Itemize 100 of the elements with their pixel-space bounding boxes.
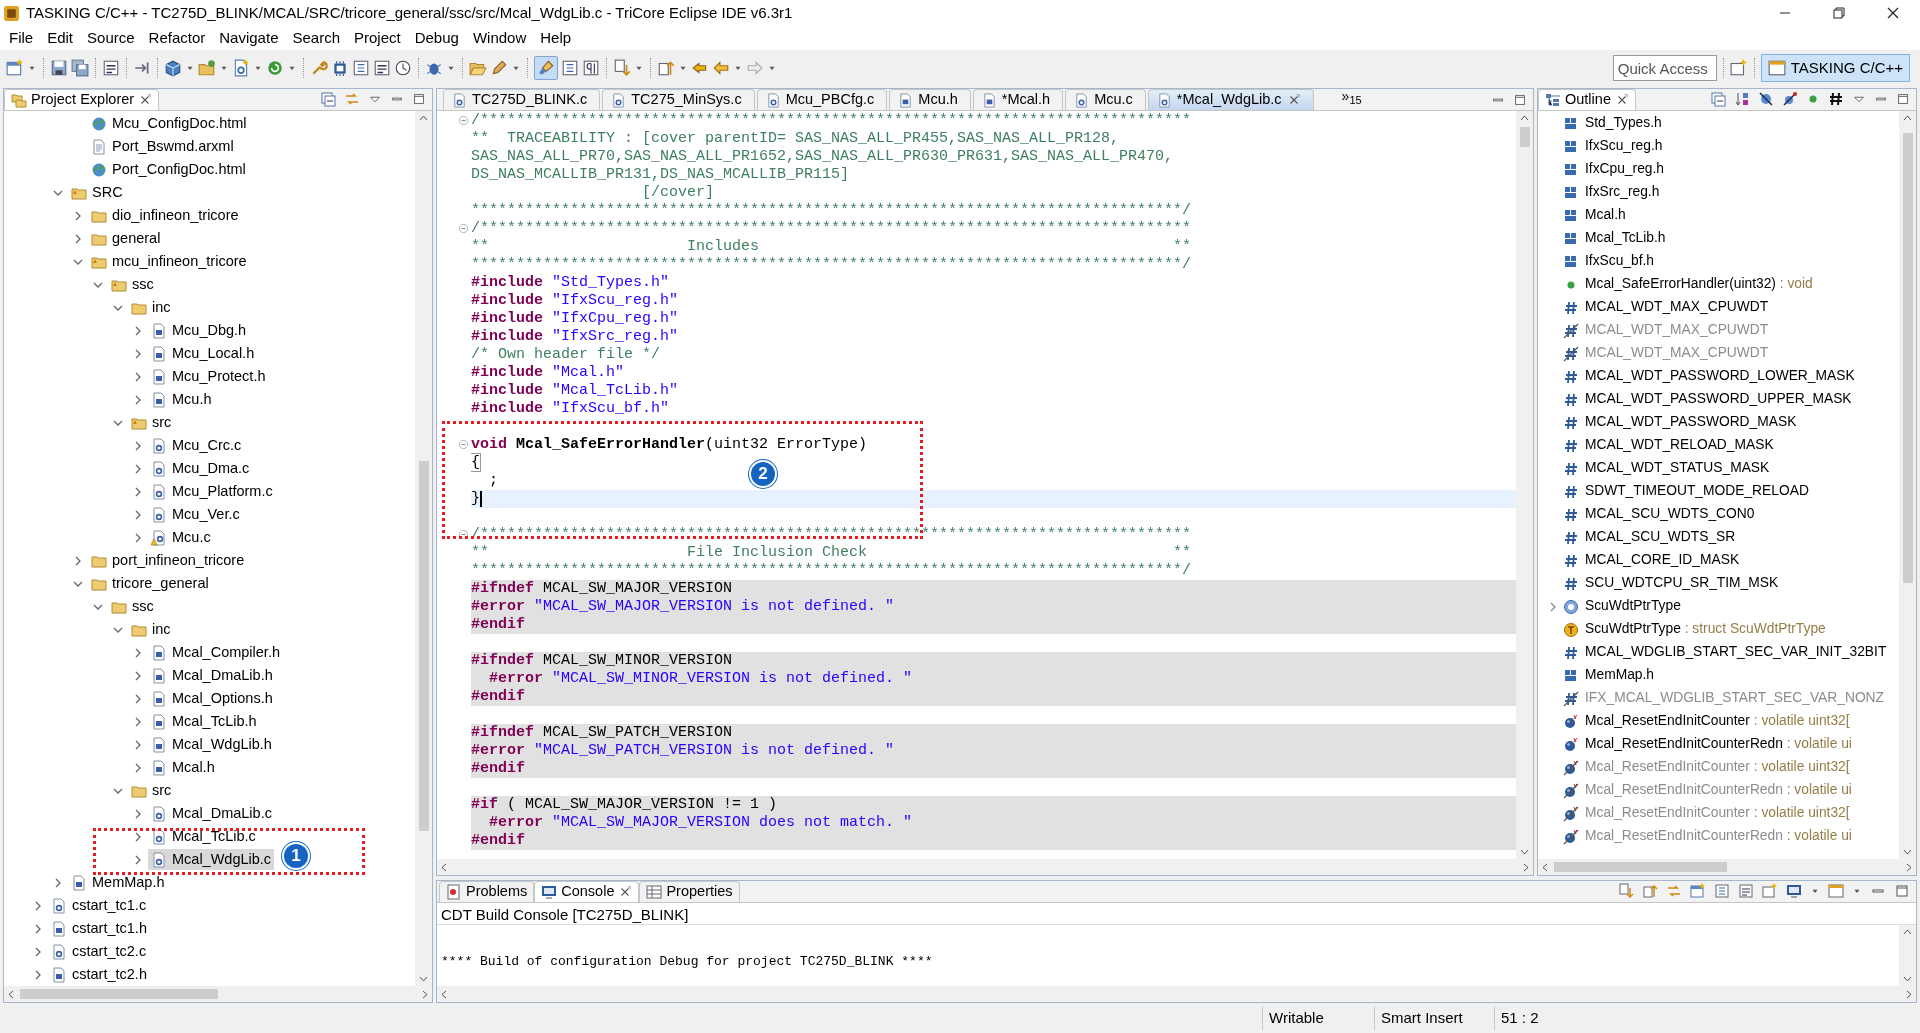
arrow-bar-icon[interactable]	[133, 59, 151, 77]
scroll-right-icon[interactable]	[1906, 862, 1913, 872]
tree-item[interactable]: Mcal_DmaLib.h	[148, 665, 276, 686]
maximize-icon[interactable]	[1896, 92, 1910, 106]
outline-item[interactable]: MCAL_WDT_PASSWORD_UPPER_MASK	[1563, 389, 1852, 410]
folder-icon[interactable]	[198, 59, 216, 77]
restore-icon[interactable]	[1831, 5, 1847, 21]
scroll-right-icon[interactable]	[1906, 989, 1913, 999]
menu-item[interactable]: File	[2, 26, 41, 50]
scroll-up-icon[interactable]	[1903, 928, 1912, 935]
tree-item[interactable]: Mcu_Dbg.h	[148, 320, 250, 341]
outline-item[interactable]: Mcal_SafeErrorHandler(uint32) : void	[1563, 274, 1813, 295]
tree-item[interactable]: Mcu_Crc.c	[148, 435, 245, 456]
tree-item[interactable]: tricore_general	[88, 573, 212, 594]
editor-tab[interactable]: TC275D_BLINK.c	[443, 89, 601, 110]
maximize-icon[interactable]	[1894, 883, 1910, 899]
outline-item[interactable]: ScuWdtPtrType	[1563, 596, 1681, 617]
menu-item[interactable]: Window	[465, 26, 534, 50]
collapse-all-icon[interactable]	[320, 91, 336, 107]
scroll-up-icon[interactable]	[1520, 114, 1529, 121]
outline-item[interactable]: IfxScu_reg.h	[1563, 136, 1663, 157]
tree-item[interactable]: Mcal_WdgLib.h	[148, 734, 275, 755]
list-icon[interactable]	[561, 59, 579, 77]
tree-item[interactable]: mcu_infineon_tricore	[88, 251, 250, 272]
window-icon[interactable]	[1729, 59, 1748, 77]
scroll-up-icon[interactable]	[419, 114, 428, 121]
tree-item[interactable]: port_infineon_tricore	[88, 550, 248, 571]
tree-item[interactable]: Port_Bswmd.arxml	[88, 136, 237, 157]
quick-access-field[interactable]: Quick Access	[1612, 55, 1717, 81]
outline-item[interactable]: IfxCpu_reg.h	[1563, 159, 1664, 180]
scroll-thumb[interactable]	[1902, 133, 1913, 583]
hash-icon[interactable]	[1828, 91, 1844, 107]
save-all-icon[interactable]	[71, 59, 89, 77]
outline-item[interactable]: Mcal_ResetEndInitCounter : volatile uint32[	[1563, 711, 1850, 732]
scroll-right-icon[interactable]	[1523, 862, 1530, 872]
menu-item[interactable]: Navigate	[212, 26, 286, 50]
maximize-icon[interactable]	[412, 92, 426, 106]
tree-item[interactable]: cstart_tc2.c	[48, 941, 150, 962]
menu-item[interactable]: Source	[80, 26, 142, 50]
scroll-left-icon[interactable]	[1541, 862, 1548, 872]
scroll-thumb[interactable]	[1519, 127, 1530, 147]
menu-item[interactable]: Debug	[407, 26, 466, 50]
scroll-down-icon[interactable]	[1903, 976, 1912, 983]
editor-tab[interactable]: Mcu.h	[889, 89, 971, 110]
outline-item[interactable]: MCAL_WDGLIB_START_SEC_VAR_INIT_32BIT	[1563, 642, 1887, 663]
tree-item[interactable]: cstart_tc2.h	[48, 964, 150, 985]
scrollbar[interactable]	[415, 111, 432, 986]
tree-item[interactable]: general	[88, 228, 164, 249]
tree-item[interactable]: cstart_tc1.c	[48, 895, 150, 916]
cube-icon[interactable]	[164, 59, 182, 77]
tree-item[interactable]: dio_infineon_tricore	[88, 205, 242, 226]
scroll-left-icon[interactable]	[440, 989, 447, 999]
upload-icon[interactable]	[657, 59, 675, 77]
tree-item[interactable]: Mcal_Compiler.h	[148, 642, 283, 663]
scroll-down-icon[interactable]	[419, 976, 428, 983]
arrow-left-icon[interactable]	[712, 59, 730, 77]
tree-item[interactable]: MemMap.h	[68, 872, 168, 893]
scrollbar[interactable]	[1899, 925, 1916, 986]
scroll-left-icon[interactable]	[7, 989, 14, 999]
tree-item[interactable]: Mcal.h	[148, 757, 218, 778]
tree-item[interactable]: Mcu_Local.h	[148, 343, 258, 364]
hide-fields-icon[interactable]	[1758, 91, 1774, 107]
view-tab[interactable]: Properties	[639, 881, 740, 902]
outline-item[interactable]: SCU_WDTCPU_SR_TIM_MSK	[1563, 573, 1779, 594]
tree-item[interactable]: inc	[128, 619, 174, 640]
download-icon[interactable]	[613, 59, 631, 77]
outline-item[interactable]: Mcal_ResetEndInitCounterRedn : volatile ui	[1563, 734, 1852, 755]
tree-item[interactable]: Port_ConfigDoc.html	[88, 159, 249, 180]
tree-item[interactable]: ssc	[108, 596, 157, 617]
refresh-icon[interactable]	[266, 59, 284, 77]
outline-item[interactable]: Mcal.h	[1563, 205, 1626, 226]
outline-item[interactable]: SDWT_TIMEOUT_MODE_RELOAD	[1563, 481, 1809, 502]
view-tab[interactable]: Console	[534, 881, 640, 902]
window-icon[interactable]	[6, 59, 24, 77]
sort-icon[interactable]	[1734, 91, 1750, 107]
outline-item[interactable]: MCAL_WDT_PASSWORD_MASK	[1563, 412, 1797, 433]
menu-item[interactable]: Help	[533, 26, 579, 50]
menu-item[interactable]: Search	[285, 26, 347, 50]
outline-item[interactable]: MCAL_SCU_WDTS_CON0	[1563, 504, 1755, 525]
tree-item[interactable]: Mcu_Dma.c	[148, 458, 253, 479]
scroll-down-icon[interactable]	[1903, 849, 1912, 856]
collapse-icon[interactable]	[458, 528, 469, 540]
view-tab[interactable]: Outline	[1538, 89, 1636, 110]
tree-item[interactable]: Mcu_ConfigDoc.html	[88, 113, 250, 134]
menu-item[interactable]: Project	[347, 26, 408, 50]
outline-item[interactable]: MCAL_WDT_RELOAD_MASK	[1563, 435, 1774, 456]
scrollbar[interactable]	[1899, 111, 1916, 859]
window-icon[interactable]	[1690, 883, 1706, 899]
list-icon[interactable]	[352, 59, 370, 77]
pilcrow-icon[interactable]	[582, 59, 600, 77]
tree-item[interactable]: cstart_tc1.h	[48, 918, 150, 939]
scroll-thumb[interactable]	[20, 989, 218, 999]
view-tab[interactable]: Project Explorer	[4, 89, 160, 110]
tree-item[interactable]: Mcu_Protect.h	[148, 366, 269, 387]
tree-item[interactable]: Mcal_DmaLib.c	[148, 803, 275, 824]
maximize-icon[interactable]	[1513, 93, 1527, 107]
scrollbar[interactable]	[1516, 111, 1533, 859]
tree-item[interactable]: src	[128, 780, 175, 801]
close-icon[interactable]	[1885, 5, 1901, 21]
outline-item[interactable]: MCAL_WDT_MAX_CPUWDT	[1563, 297, 1769, 318]
